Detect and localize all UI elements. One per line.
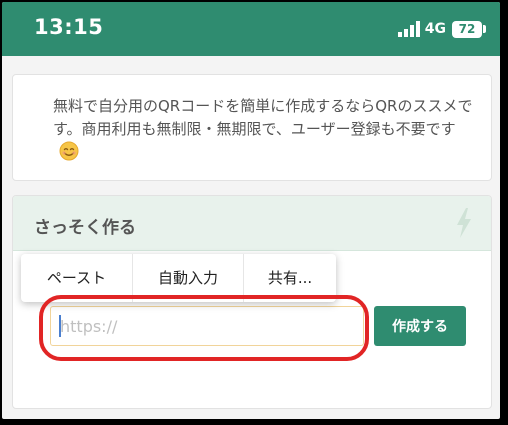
intro-text: 無料で自分用のQRコードを簡単に作成するならQRのススメです。商用利用も無制限・… bbox=[53, 95, 473, 165]
url-input[interactable] bbox=[50, 306, 364, 346]
network-label: 4G bbox=[424, 21, 446, 37]
create-card: さっそく作る 作成する bbox=[12, 195, 492, 409]
text-cursor bbox=[59, 315, 61, 337]
battery-tip bbox=[483, 25, 486, 33]
create-card-title: さっそく作る bbox=[34, 218, 136, 238]
menu-item-paste[interactable]: ペースト bbox=[21, 254, 133, 302]
create-card-header: さっそく作る bbox=[13, 196, 491, 251]
status-bar: 13:15 4G 72 bbox=[2, 2, 500, 56]
status-icons: 4G 72 bbox=[397, 18, 486, 40]
smile-icon bbox=[59, 141, 79, 161]
menu-item-share[interactable]: 共有... bbox=[244, 254, 336, 302]
intro-text-body: 無料で自分用のQRコードを簡単に作成するならQRのススメです。商用利用も無制限・… bbox=[53, 97, 473, 138]
phone-screen: 13:15 4G 72 無料で自分用のQRコードを簡単に作成するならQRのススメ… bbox=[2, 2, 500, 419]
text-context-menu: ペースト 自動入力 共有... bbox=[21, 254, 336, 302]
signal-icon bbox=[397, 21, 420, 37]
battery-icon: 72 bbox=[452, 20, 482, 38]
create-button[interactable]: 作成する bbox=[374, 306, 466, 346]
menu-item-autofill[interactable]: 自動入力 bbox=[133, 254, 244, 302]
status-time: 13:15 bbox=[34, 15, 104, 39]
bolt-icon bbox=[457, 208, 471, 238]
intro-card: 無料で自分用のQRコードを簡単に作成するならQRのススメです。商用利用も無制限・… bbox=[12, 74, 492, 181]
